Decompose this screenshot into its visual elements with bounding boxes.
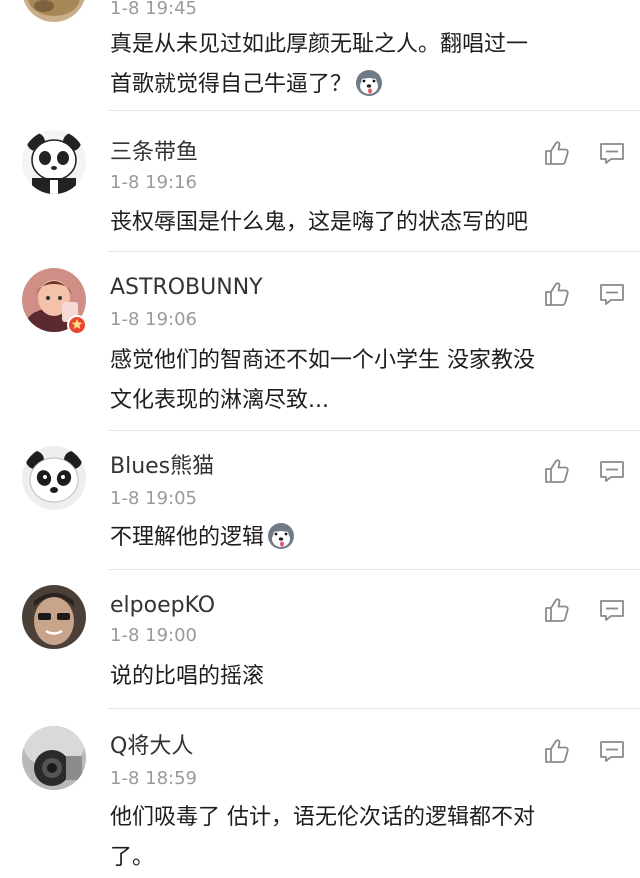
reply-button[interactable] xyxy=(598,597,626,625)
thumbs-up-icon xyxy=(545,739,569,763)
like-button[interactable] xyxy=(542,456,572,486)
comment-timestamp: 1-8 19:05 xyxy=(110,488,197,509)
comment-icon xyxy=(600,284,624,305)
comment-username[interactable]: 三条带鱼 xyxy=(110,140,198,166)
avatar[interactable] xyxy=(22,130,86,194)
comment-item: 三条带鱼 1-8 19:16 丧权辱国是什么鬼，这是嗨了的状态写的吧 xyxy=(0,111,640,251)
comment-item: 1-8 19:45 真是从未见过如此厚颜无耻之人。翻唱过一 首歌就觉得自己牛逼了… xyxy=(0,0,640,110)
comment-item: Blues熊猫 1-8 19:05 不理解他的逻辑 xyxy=(0,431,640,569)
comment-text: 真是从未见过如此厚颜无耻之人。翻唱过一 首歌就觉得自己牛逼了？ xyxy=(110,25,615,105)
comment-text: 感觉他们的智商还不如一个小学生 没家教没 文化表现的淋漓尽致... xyxy=(110,341,615,421)
avatar[interactable] xyxy=(22,726,86,790)
reply-button[interactable] xyxy=(598,458,626,486)
thumbs-up-icon xyxy=(545,141,569,165)
comment-item: Q将大人 1-8 18:59 他们吸毒了 估计，语无伦次话的逻辑都不对 了。 xyxy=(0,709,640,870)
reply-button[interactable] xyxy=(598,738,626,766)
comment-timestamp: 1-8 18:59 xyxy=(110,768,197,789)
avatar[interactable] xyxy=(22,585,86,649)
comment-item: elpoepKO 1-8 19:00 说的比唱的摇滚 xyxy=(0,570,640,708)
comment-text-line: 丧权辱国是什么鬼，这是嗨了的状态写的吧 xyxy=(110,210,529,235)
comment-username[interactable]: Q将大人 xyxy=(110,734,193,760)
comment-text: 他们吸毒了 估计，语无伦次话的逻辑都不对 了。 xyxy=(110,798,615,878)
dog-emoji-icon xyxy=(356,70,383,96)
comment-text-line: 真是从未见过如此厚颜无耻之人。翻唱过一 xyxy=(110,32,529,57)
comment-timestamp: 1-8 19:06 xyxy=(110,309,197,330)
verified-badge xyxy=(67,315,87,335)
comment-text: 说的比唱的摇滚 xyxy=(110,657,615,697)
comment-item: ASTROBUNNY 1-8 19:06 感觉他们的智商还不如一个小学生 没家教… xyxy=(0,252,640,430)
avatar[interactable] xyxy=(22,446,86,510)
thumbs-up-icon xyxy=(545,598,569,622)
comment-timestamp: 1-8 19:16 xyxy=(110,172,197,193)
comment-text-line: 首歌就觉得自己牛逼了？ xyxy=(110,72,353,97)
comment-icon xyxy=(600,741,624,762)
like-button[interactable] xyxy=(542,279,572,309)
comment-icon xyxy=(600,461,624,482)
comment-text-line-with-emoji: 首歌就觉得自己牛逼了？ xyxy=(110,65,615,105)
comment-text-line: 文化表现的淋漓尽致... xyxy=(110,388,329,413)
comment-timestamp: 1-8 19:00 xyxy=(110,625,197,646)
comment-timestamp: 1-8 19:45 xyxy=(110,0,197,19)
reply-button[interactable] xyxy=(598,140,626,168)
comment-text-line: 不理解他的逻辑 xyxy=(110,525,265,550)
comment-icon xyxy=(600,143,624,164)
comment-text: 丧权辱国是什么鬼，这是嗨了的状态写的吧 xyxy=(110,203,615,243)
thumbs-up-icon xyxy=(545,282,569,306)
comment-text: 不理解他的逻辑 xyxy=(110,518,615,558)
comment-icon xyxy=(600,600,624,621)
dog-emoji-icon xyxy=(268,523,295,549)
thumbs-up-icon xyxy=(545,459,569,483)
comment-text-line: 他们吸毒了 估计，语无伦次话的逻辑都不对 xyxy=(110,805,535,830)
like-button[interactable] xyxy=(542,595,572,625)
comment-username[interactable]: elpoepKO xyxy=(110,593,215,619)
comment-text-line-with-emoji: 不理解他的逻辑 xyxy=(110,518,615,558)
comment-username[interactable]: ASTROBUNNY xyxy=(110,275,263,301)
comment-text-line: 说的比唱的摇滚 xyxy=(110,664,265,689)
comment-username[interactable]: Blues熊猫 xyxy=(110,454,214,480)
like-button[interactable] xyxy=(542,736,572,766)
reply-button[interactable] xyxy=(598,281,626,309)
comment-text-line: 感觉他们的智商还不如一个小学生 没家教没 xyxy=(110,348,535,373)
like-button[interactable] xyxy=(542,138,572,168)
comment-text-line: 了。 xyxy=(110,845,155,870)
avatar[interactable] xyxy=(22,0,86,22)
